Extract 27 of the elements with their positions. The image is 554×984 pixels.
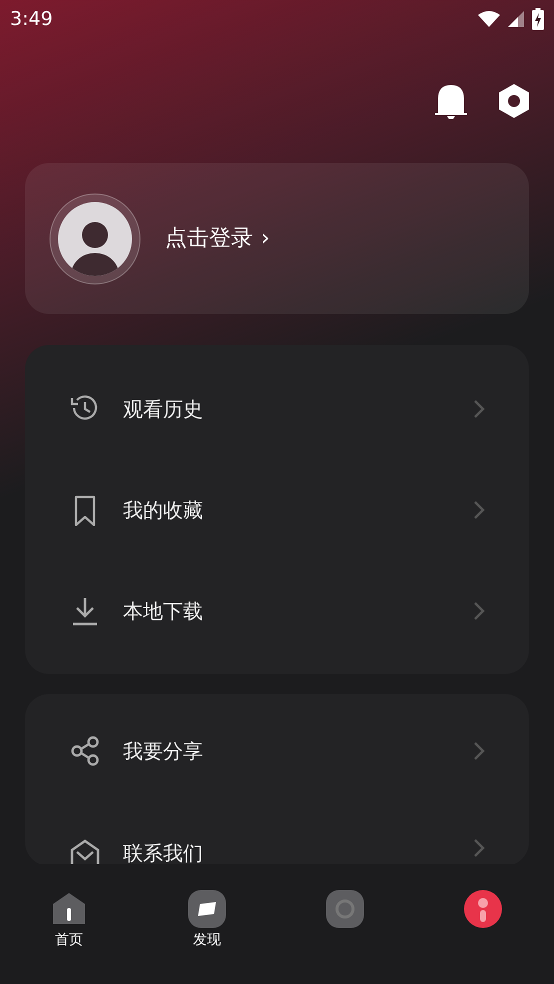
menu-item[interactable]: 观看历史 bbox=[25, 358, 529, 459]
chevron-icon bbox=[473, 500, 485, 520]
nav-tab[interactable]: 发现 bbox=[138, 864, 276, 984]
chevron-icon bbox=[473, 838, 485, 858]
nav-tab[interactable]: 首页 bbox=[0, 864, 138, 984]
battery-icon bbox=[532, 8, 544, 30]
menu-item[interactable]: 我要分享 bbox=[25, 700, 529, 801]
menu-item[interactable]: 联系我们 bbox=[25, 801, 529, 866]
planet-icon bbox=[326, 890, 364, 928]
wifi-icon bbox=[478, 11, 500, 27]
signal-icon bbox=[508, 11, 524, 27]
compass-icon bbox=[188, 890, 226, 928]
profile-card[interactable]: 点击登录 › bbox=[25, 163, 529, 314]
chevron-icon bbox=[473, 398, 485, 418]
person-icon bbox=[464, 890, 502, 928]
login-link[interactable]: 点击登录 bbox=[165, 222, 253, 255]
status-time: 3:49 bbox=[10, 6, 53, 32]
bell-icon[interactable] bbox=[434, 82, 468, 118]
avatar-icon bbox=[49, 192, 141, 284]
chevron-icon bbox=[473, 740, 485, 760]
chevron-icon bbox=[473, 600, 485, 620]
chevron-text: › bbox=[261, 225, 270, 253]
menu-item[interactable]: 本地下载 bbox=[25, 560, 529, 661]
menu-item[interactable]: 我的收藏 bbox=[25, 459, 529, 560]
share-icon bbox=[69, 734, 101, 766]
settings-icon[interactable] bbox=[498, 82, 530, 118]
envelope-icon bbox=[69, 838, 101, 866]
